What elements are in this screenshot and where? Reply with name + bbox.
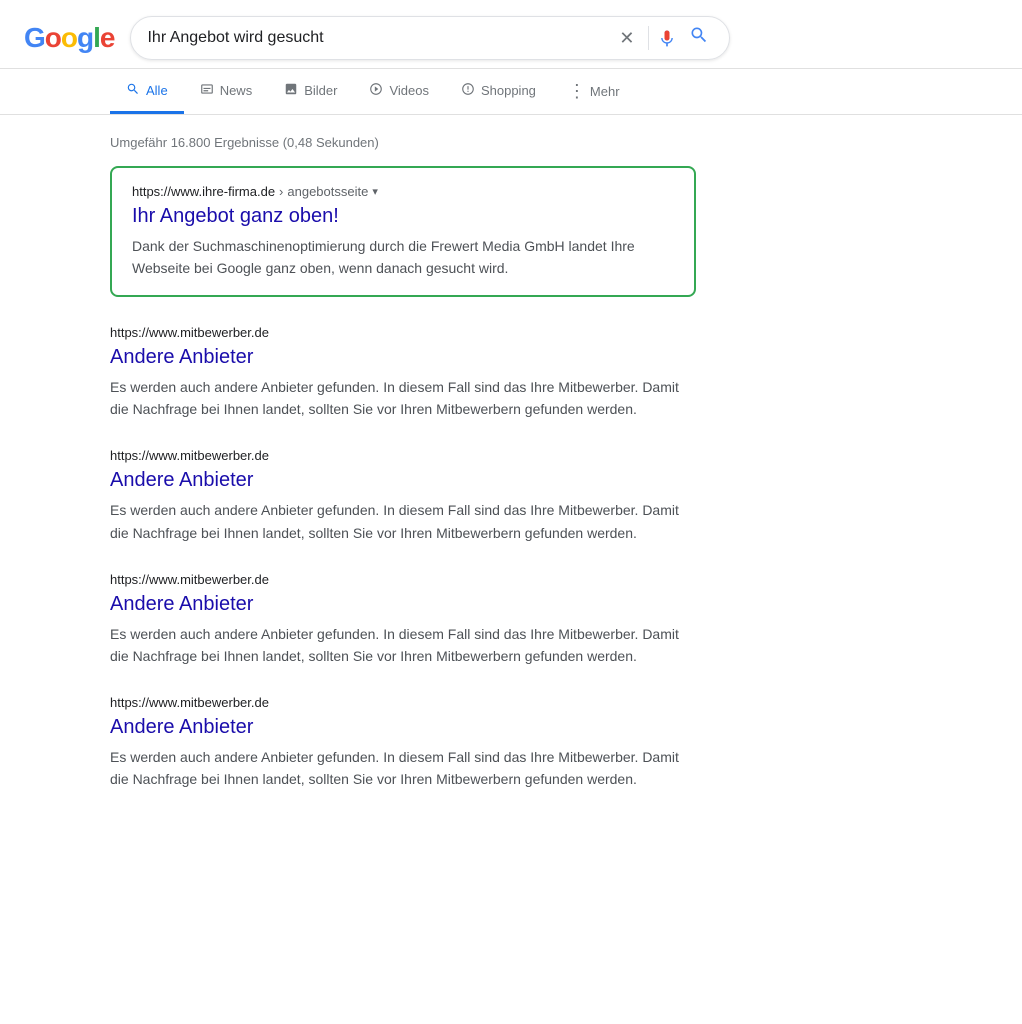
tab-all[interactable]: Alle [110,70,184,114]
logo-letter-l: l [93,22,100,54]
google-logo: Google [24,22,114,54]
search-input[interactable] [147,29,605,47]
competitor3-url: https://www.mitbewerber.de [110,572,696,587]
competitor4-url: https://www.mitbewerber.de [110,695,696,710]
search-divider [648,26,649,50]
featured-url-chevron-icon[interactable]: ▾ [372,185,378,198]
search-submit-icon[interactable] [685,23,713,53]
competitor4-url-domain: https://www.mitbewerber.de [110,695,269,710]
logo-letter-o2: o [61,22,77,54]
tab-shopping[interactable]: Shopping [445,70,552,114]
logo-letter-e: e [100,22,115,54]
logo-letter-g2: g [77,22,93,54]
tab-videos-icon [369,82,383,99]
tab-news-icon [200,82,214,99]
competitor1-url: https://www.mitbewerber.de [110,325,696,340]
featured-url-breadcrumb: angebotsseite [287,184,368,199]
result-item-competitor4: https://www.mitbewerber.de Andere Anbiet… [110,695,696,790]
clear-icon[interactable]: ✕ [613,26,640,51]
tab-videos[interactable]: Videos [353,70,445,114]
tab-shopping-label: Shopping [481,83,536,98]
competitor4-title[interactable]: Andere Anbieter [110,714,696,740]
tab-all-icon [126,82,140,99]
competitor3-snippet: Es werden auch andere Anbieter gefunden.… [110,623,696,667]
logo-letter-g: G [24,22,45,54]
result-item-competitor3: https://www.mitbewerber.de Andere Anbiet… [110,572,696,667]
competitor1-title[interactable]: Andere Anbieter [110,344,696,370]
more-dots-icon: ⋮ [568,81,586,102]
logo-letter-o1: o [45,22,61,54]
search-bar: ✕ [130,16,730,60]
competitor1-snippet: Es werden auch andere Anbieter gefunden.… [110,376,696,420]
tab-images-icon [284,82,298,99]
featured-result-snippet: Dank der Suchmaschinenoptimierung durch … [132,235,674,279]
results-stats: Umgefähr 16.800 Ergebnisse (0,48 Sekunde… [110,127,696,150]
competitor2-snippet: Es werden auch andere Anbieter gefunden.… [110,499,696,543]
tab-images[interactable]: Bilder [268,70,353,114]
tab-videos-label: Videos [389,83,429,98]
competitor3-url-domain: https://www.mitbewerber.de [110,572,269,587]
results-area: Umgefähr 16.800 Ergebnisse (0,48 Sekunde… [0,115,720,842]
featured-result-url: https://www.ihre-firma.de › angebotsseit… [132,184,674,199]
tab-all-label: Alle [146,83,168,98]
featured-result: https://www.ihre-firma.de › angebotsseit… [110,166,696,297]
competitor2-title[interactable]: Andere Anbieter [110,467,696,493]
competitor4-snippet: Es werden auch andere Anbieter gefunden.… [110,746,696,790]
competitor3-title[interactable]: Andere Anbieter [110,591,696,617]
competitor1-url-domain: https://www.mitbewerber.de [110,325,269,340]
tab-more-label: Mehr [590,84,620,99]
result-item-competitor1: https://www.mitbewerber.de Andere Anbiet… [110,325,696,420]
featured-url-domain: https://www.ihre-firma.de [132,184,275,199]
nav-tabs: Alle News Bilder Videos [0,69,1022,115]
competitor2-url: https://www.mitbewerber.de [110,448,696,463]
tab-images-label: Bilder [304,83,337,98]
tab-shopping-icon [461,82,475,99]
tab-news-label: News [220,83,253,98]
tab-news[interactable]: News [184,70,269,114]
voice-search-icon[interactable] [657,28,677,48]
featured-result-title[interactable]: Ihr Angebot ganz oben! [132,203,674,229]
featured-url-separator: › [279,184,283,199]
competitor2-url-domain: https://www.mitbewerber.de [110,448,269,463]
tab-more[interactable]: ⋮ Mehr [552,69,636,114]
result-item-competitor2: https://www.mitbewerber.de Andere Anbiet… [110,448,696,543]
header: Google ✕ [0,0,1022,69]
